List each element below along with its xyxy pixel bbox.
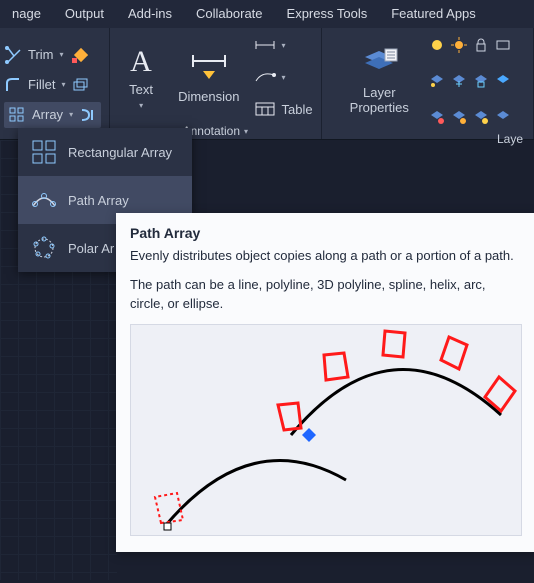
rectangular-array-item[interactable]: Rectangular Array bbox=[18, 128, 192, 176]
layer-iso-icon[interactable] bbox=[429, 73, 445, 89]
layer-properties-icon bbox=[359, 47, 399, 81]
layer-walk-icon[interactable] bbox=[495, 109, 511, 125]
dimension-button[interactable]: Dimension bbox=[172, 49, 245, 106]
menubar-item[interactable]: Express Tools bbox=[275, 0, 380, 28]
leader-button[interactable]: ▾ bbox=[254, 64, 313, 90]
table-label: Table bbox=[282, 102, 313, 117]
layer-panel-label: Laye bbox=[497, 132, 523, 146]
array-label: Array bbox=[32, 107, 63, 122]
array-icon bbox=[8, 106, 26, 124]
menubar-item[interactable]: Collaborate bbox=[184, 0, 275, 28]
tooltip-description-2: The path can be a line, polyline, 3D pol… bbox=[130, 276, 522, 314]
trim-label: Trim bbox=[28, 47, 54, 62]
leader-icon bbox=[254, 69, 276, 85]
subset-icon[interactable] bbox=[79, 106, 97, 124]
path-array-label: Path Array bbox=[68, 193, 129, 208]
trim-button[interactable]: Trim ▾ bbox=[4, 42, 101, 68]
array-button[interactable]: Array ▾ bbox=[4, 102, 101, 128]
fillet-icon bbox=[4, 76, 22, 94]
explode-icon[interactable] bbox=[71, 76, 89, 94]
dropdown-arrow-icon: ▾ bbox=[69, 110, 73, 119]
ribbon-group-annotation: A Text ▾ Dimension ▾ ▾ Table bbox=[110, 28, 322, 139]
fillet-button[interactable]: Fillet ▾ bbox=[4, 72, 101, 98]
layer-thaw-icon[interactable] bbox=[451, 109, 467, 125]
dropdown-arrow-icon: ▾ bbox=[282, 41, 286, 50]
sun-icon[interactable] bbox=[451, 37, 467, 53]
rectangular-array-label: Rectangular Array bbox=[68, 145, 172, 160]
text-label: Text bbox=[129, 82, 153, 97]
tooltip-illustration bbox=[130, 324, 522, 536]
text-button[interactable]: A Text ▾ bbox=[118, 42, 164, 112]
table-icon bbox=[254, 101, 276, 117]
layer-sun-icon[interactable] bbox=[473, 109, 489, 125]
lightbulb-on-icon[interactable] bbox=[429, 37, 445, 53]
menubar-item[interactable]: Add-ins bbox=[116, 0, 184, 28]
layer-off-icon[interactable] bbox=[429, 109, 445, 125]
menubar: nage Output Add-ins Collaborate Express … bbox=[0, 0, 534, 28]
dimension-label: Dimension bbox=[178, 89, 239, 104]
plot-icon[interactable] bbox=[495, 37, 511, 53]
trim-icon bbox=[4, 46, 22, 64]
layer-freeze-icon[interactable] bbox=[451, 73, 467, 89]
table-button[interactable]: Table bbox=[254, 96, 313, 122]
text-icon: A bbox=[124, 44, 158, 78]
menubar-item[interactable]: Output bbox=[53, 0, 116, 28]
layer-properties-button[interactable]: Layer Properties bbox=[344, 45, 415, 117]
menubar-item[interactable]: nage bbox=[0, 0, 53, 28]
svg-text:A: A bbox=[130, 45, 152, 78]
path-array-icon bbox=[30, 186, 58, 214]
tooltip-description-1: Evenly distributes object copies along a… bbox=[130, 247, 522, 266]
dropdown-arrow-icon: ▾ bbox=[139, 101, 143, 110]
dropdown-arrow-icon: ▾ bbox=[60, 50, 64, 59]
dimension-icon bbox=[189, 51, 229, 85]
lock-icon[interactable] bbox=[473, 37, 489, 53]
ribbon-group-modify: Trim ▾ Fillet ▾ Array ▾ bbox=[0, 28, 110, 139]
linear-dim-button[interactable]: ▾ bbox=[254, 32, 313, 58]
annotation-group-label[interactable]: Annotation ▾ bbox=[183, 124, 248, 138]
linear-dim-icon bbox=[254, 37, 276, 53]
ribbon-group-layers: Layer Properties bbox=[322, 28, 534, 139]
dropdown-arrow-icon: ▾ bbox=[282, 73, 286, 82]
path-array-tooltip: Path Array Evenly distributes object cop… bbox=[116, 213, 534, 552]
dropdown-arrow-icon: ▾ bbox=[244, 127, 248, 136]
layer-lock-2-icon[interactable] bbox=[473, 73, 489, 89]
rectangular-array-icon bbox=[30, 138, 58, 166]
match-properties-icon[interactable] bbox=[70, 46, 88, 64]
menubar-item[interactable]: Featured Apps bbox=[379, 0, 488, 28]
polar-array-icon bbox=[30, 234, 58, 262]
layer-color-icon[interactable] bbox=[495, 73, 511, 89]
fillet-label: Fillet bbox=[28, 77, 55, 92]
dropdown-arrow-icon: ▾ bbox=[61, 80, 65, 89]
layer-properties-label: Layer Properties bbox=[350, 85, 409, 115]
tooltip-title: Path Array bbox=[130, 225, 522, 241]
polar-array-label: Polar Ar bbox=[68, 241, 114, 256]
ribbon: Trim ▾ Fillet ▾ Array ▾ bbox=[0, 28, 534, 140]
